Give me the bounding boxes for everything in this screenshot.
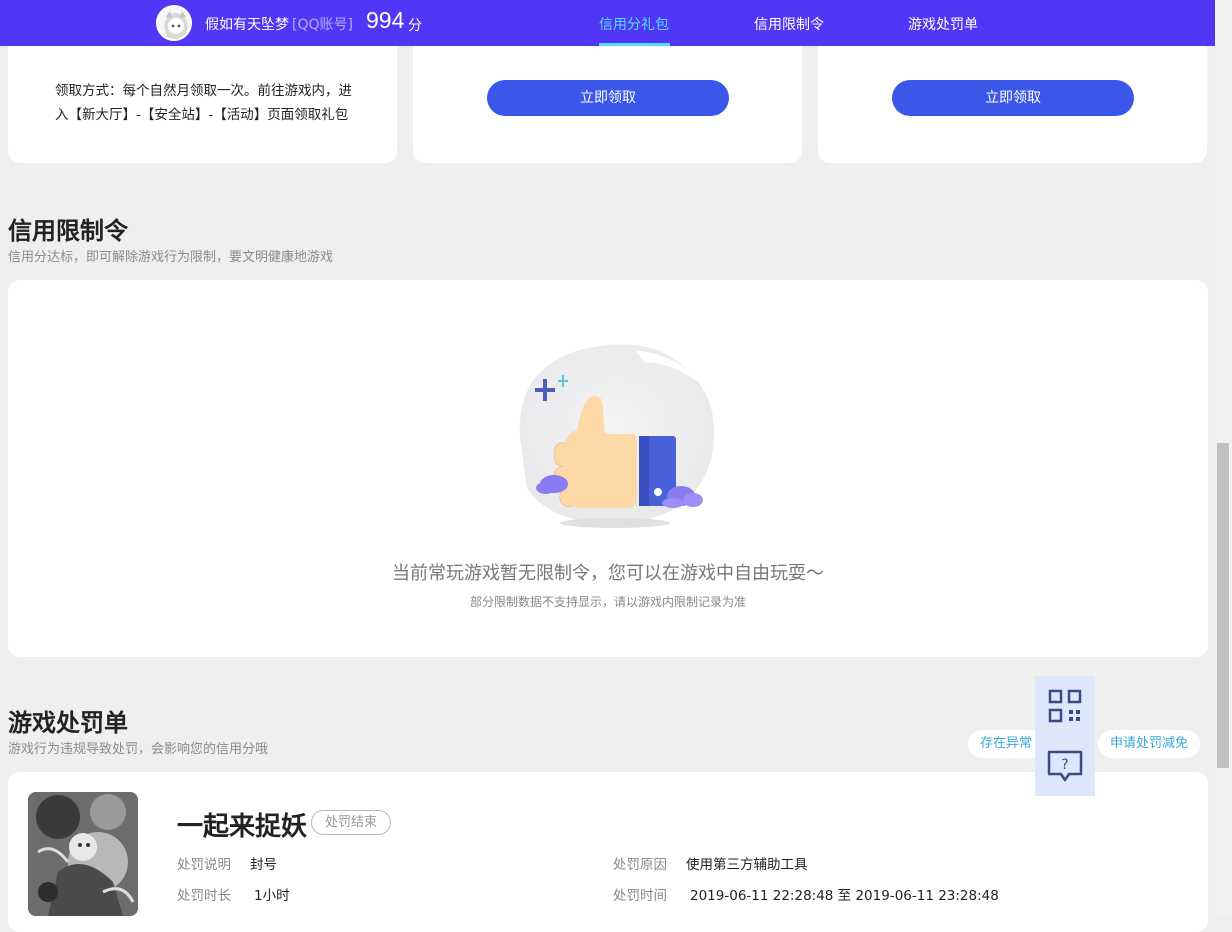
username: 假如有天坠梦 <box>205 17 289 33</box>
svg-text:?: ? <box>1061 757 1068 773</box>
active-tab-indicator <box>599 43 670 46</box>
punishment-desc-value: 封号 <box>250 857 277 873</box>
account-type: [QQ账号] <box>292 17 353 33</box>
punishment-section-subtitle: 游戏行为违规导致处罚，会影响您的信用分哦 <box>8 742 269 757</box>
top-navigation-bar: 假如有天坠梦 [QQ账号] 994 分 信用分礼包 信用限制令 游戏处罚单 <box>0 0 1215 46</box>
qr-code-icon <box>1048 689 1082 723</box>
status-badge: 处罚结束 <box>311 810 392 835</box>
punishment-desc-label: 处罚说明 <box>177 857 231 873</box>
punishment-card <box>8 772 1208 932</box>
restriction-card: 当前常玩游戏暂无限制令，您可以在游戏中自由玩耍～ 部分限制数据不支持显示，请以游… <box>8 280 1208 657</box>
punishment-reason-label: 处罚原因 <box>613 857 667 873</box>
tab-game-punishment[interactable]: 游戏处罚单 <box>908 14 978 34</box>
avatar[interactable] <box>156 5 192 41</box>
restriction-empty-message: 当前常玩游戏暂无限制令，您可以在游戏中自由玩耍～ <box>392 563 824 584</box>
scrollbar-thumb[interactable] <box>1217 443 1229 768</box>
thumbs-up-illustration <box>519 344 715 528</box>
punishment-reason-value: 使用第三方辅助工具 <box>686 857 808 873</box>
punishment-time-value: 2019-06-11 22:28:48 至 2019-06-11 23:28:4… <box>690 888 999 904</box>
punishment-section-title: 游戏处罚单 <box>8 709 128 737</box>
game-cover-image <box>28 792 138 916</box>
help-button[interactable]: ? <box>1035 736 1095 796</box>
credit-score: 994 <box>366 7 405 33</box>
gift-method-line-1: 领取方式：每个自然月领取一次。前往游戏内，进 <box>55 83 352 99</box>
claim-button[interactable]: 立即领取 <box>892 80 1134 116</box>
punishment-duration-value: 1小时 <box>254 888 290 904</box>
restriction-empty-note: 部分限制数据不支持显示，请以游戏内限制记录为准 <box>469 595 746 609</box>
claim-button[interactable]: 立即领取 <box>487 80 729 116</box>
appeal-reduction-button[interactable]: 申请处罚减免 <box>1098 730 1201 758</box>
restriction-section-subtitle: 信用分达标，即可解除游戏行为限制，要文明健康地游戏 <box>8 250 334 265</box>
tab-credit-gift[interactable]: 信用分礼包 <box>599 14 669 34</box>
punishment-time-label: 处罚时间 <box>613 888 667 904</box>
score-unit: 分 <box>408 18 422 34</box>
help-chat-icon: ? <box>1047 750 1083 782</box>
game-name: 一起来捉妖 <box>177 812 308 842</box>
tab-credit-restriction[interactable]: 信用限制令 <box>754 14 824 34</box>
qr-code-button[interactable] <box>1035 676 1095 736</box>
punishment-duration-label: 处罚时长 <box>177 888 231 904</box>
restriction-section-title: 信用限制令 <box>8 217 128 245</box>
gift-method-line-2: 入【新大厅】-【安全站】-【活动】页面领取礼包 <box>55 107 349 123</box>
